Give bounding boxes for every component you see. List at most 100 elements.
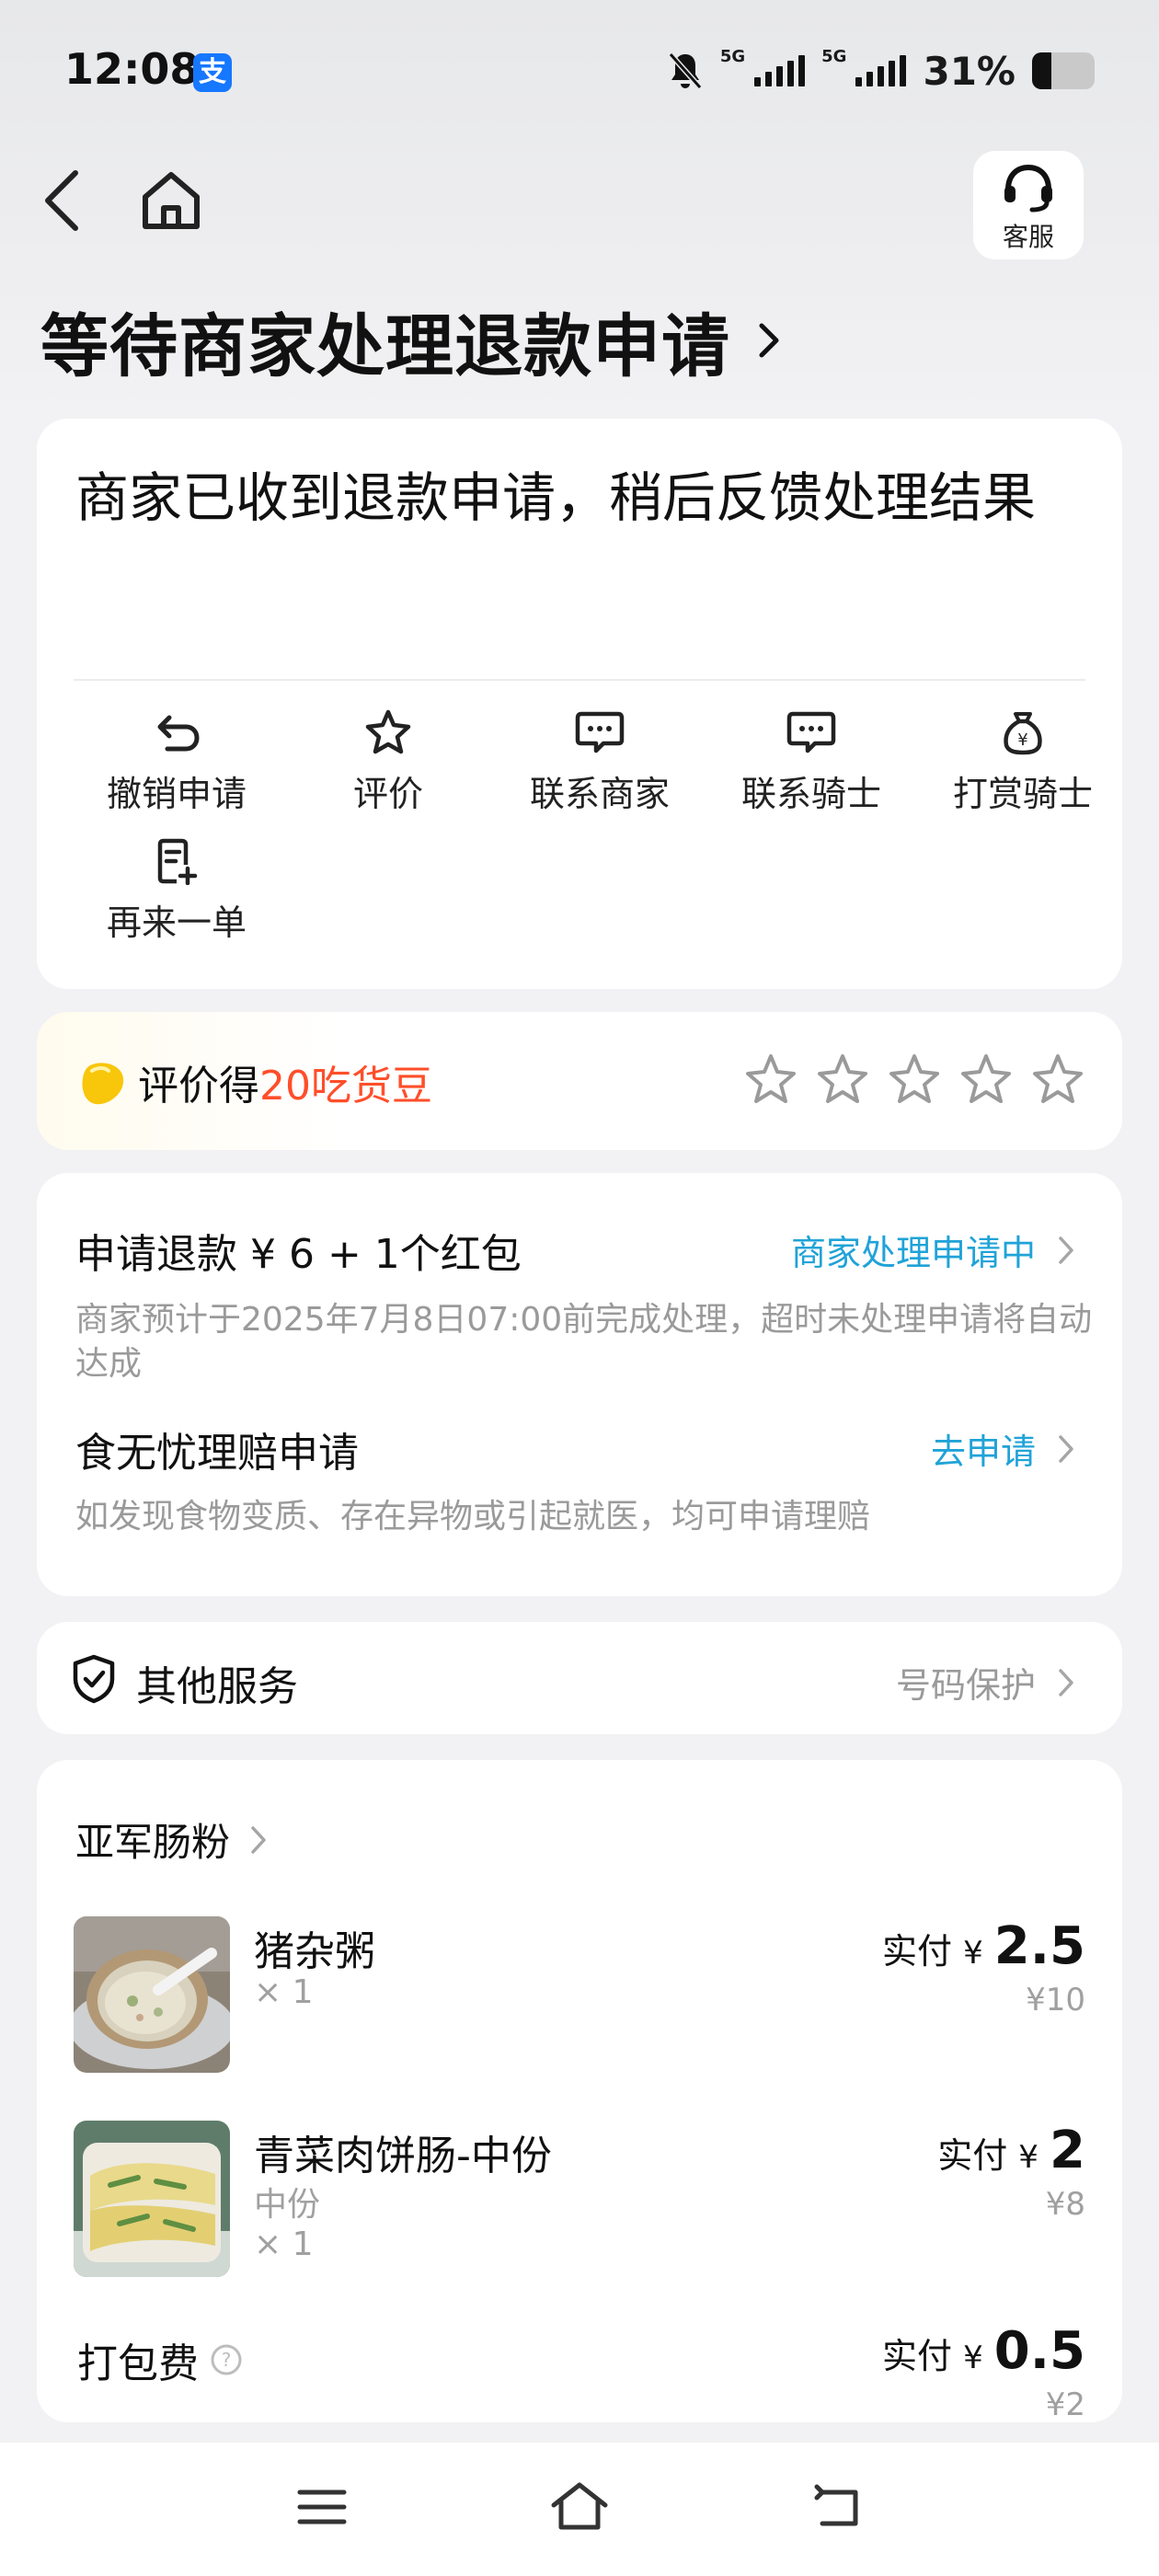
page-title: 等待商家处理退款申请 xyxy=(40,306,730,386)
signal1-label: 5G xyxy=(719,46,746,66)
status-time: 12:08 xyxy=(64,44,200,94)
original-price: ¥10 xyxy=(1026,1982,1085,2018)
money-bag-icon: ¥ xyxy=(1004,712,1042,755)
currency-symbol: ¥ xyxy=(1018,2139,1039,2176)
refund-card: 申请退款 ¥ 6 + 1个红包 商家处理申请中 商家预计于2025年7月8日07… xyxy=(37,1173,1122,1596)
packaging-label: 打包费 xyxy=(77,2340,199,2387)
chevron-right-icon xyxy=(1059,1668,1073,1696)
chevron-right-icon xyxy=(1059,1236,1073,1264)
review-reward-text: 评价得20吃货豆 xyxy=(138,1052,432,1111)
currency-symbol: ¥ xyxy=(963,2340,983,2376)
home-nav-icon[interactable] xyxy=(548,2479,611,2535)
rating-star-icon[interactable] xyxy=(743,1052,798,1106)
claim-apply-link[interactable]: 去申请 xyxy=(931,1423,1074,1474)
svg-text:?: ? xyxy=(222,2349,232,2371)
paid-price: 实付 ¥ 0.5 xyxy=(882,2321,1085,2381)
paid-amount: 2 xyxy=(1050,2121,1085,2180)
other-services-title: 其他服务 xyxy=(136,1663,298,1710)
status-message: 商家已收到退款申请，稍后反馈处理结果 xyxy=(75,466,1037,529)
rating-star-icon[interactable] xyxy=(887,1052,942,1106)
order-item[interactable]: 猪杂粥 × 1 实付 ¥ 2.5 ¥10 xyxy=(74,1916,1085,2082)
rating-stars xyxy=(743,1052,1085,1106)
headset-icon xyxy=(1004,164,1052,213)
shop-name: 亚军肠粉 xyxy=(75,1820,231,1865)
action-tip-rider[interactable]: ¥ 打赏骑士 xyxy=(931,708,1115,816)
other-services-card[interactable]: 其他服务 号码保护 xyxy=(37,1622,1122,1734)
paid-label: 实付 xyxy=(937,2135,1008,2176)
packaging-fee-row: 打包费 ? 实付 ¥ 0.5 ¥2 xyxy=(74,2321,1085,2423)
review-reward-card[interactable]: 评价得20吃货豆 xyxy=(37,1012,1122,1150)
customer-service-button[interactable]: 客服 xyxy=(973,151,1084,259)
item-name: 猪杂粥 xyxy=(254,1928,375,1975)
chevron-right-icon xyxy=(251,1825,266,1854)
top-nav: 客服 xyxy=(0,147,1159,259)
home-icon[interactable] xyxy=(138,167,204,234)
number-protection-label: 号码保护 xyxy=(895,1665,1036,1706)
action-label: 联系骑士 xyxy=(740,774,881,814)
item-qty: × 1 xyxy=(254,1973,314,2011)
paid-amount: 0.5 xyxy=(993,2321,1085,2381)
packaging-label-group: 打包费 ? xyxy=(77,2330,243,2389)
paid-label: 实付 xyxy=(881,2336,952,2376)
undo-icon xyxy=(157,715,200,752)
action-contact-rider[interactable]: 联系骑士 xyxy=(719,708,903,816)
order-item[interactable]: 青菜肉饼肠-中份 中份 × 1 实付 ¥ 2 ¥8 xyxy=(74,2121,1085,2286)
battery-percent: 31% xyxy=(923,48,1016,94)
rating-star-icon[interactable] xyxy=(958,1052,1014,1106)
review-highlight: 20吃货豆 xyxy=(259,1063,432,1110)
paid-label: 实付 xyxy=(881,1931,952,1972)
price-block: 实付 ¥ 0.5 ¥2 xyxy=(882,2321,1085,2423)
signal2-label: 5G xyxy=(821,46,847,66)
refund-status-link[interactable]: 商家处理申请中 xyxy=(791,1225,1074,1275)
shop-link[interactable]: 亚军肠粉 xyxy=(75,1811,267,1868)
original-price: ¥2 xyxy=(1045,2386,1085,2423)
order-card: 亚军肠粉 猪杂粥 × 1 实付 ¥ 2.5 ¥10 青菜肉饼肠-中份 中份 × … xyxy=(37,1760,1122,2423)
paid-price: 实付 ¥ 2 xyxy=(937,2121,1085,2180)
action-undo-request[interactable]: 撤销申请 xyxy=(85,708,269,816)
customer-service-label: 客服 xyxy=(1002,222,1054,252)
action-label: 联系商家 xyxy=(529,774,670,814)
food-photo xyxy=(74,1916,230,2073)
paid-amount: 2.5 xyxy=(993,1916,1085,1976)
action-reorder[interactable]: 再来一单 xyxy=(85,837,269,945)
status-indicators: 5G 5G 31% xyxy=(667,46,1095,94)
battery-icon xyxy=(1032,52,1095,89)
action-review[interactable]: 评价 xyxy=(296,708,480,816)
signal2-icon xyxy=(855,55,907,86)
alipay-icon: 支 xyxy=(193,53,232,92)
system-nav-bar xyxy=(0,2443,1159,2576)
price-block: 实付 ¥ 2 ¥8 xyxy=(937,2121,1085,2223)
status-bar: 12:08 支 5G 5G 31% xyxy=(0,0,1159,138)
number-protection-link[interactable]: 号码保护 xyxy=(896,1657,1074,1708)
action-label: 打赏骑士 xyxy=(952,774,1093,814)
item-qty: × 1 xyxy=(254,2225,314,2263)
status-card: 商家已收到退款申请，稍后反馈处理结果 撤销申请 评价 联系商家 联系骑士 ¥ 打… xyxy=(37,419,1122,989)
star-icon xyxy=(365,709,411,754)
chat-icon xyxy=(786,711,836,753)
claim-title: 食无忧理赔申请 xyxy=(75,1430,359,1477)
menu-icon[interactable] xyxy=(296,2485,348,2529)
chevron-right-icon xyxy=(759,323,779,358)
back-nav-icon[interactable] xyxy=(809,2483,865,2531)
action-label: 评价 xyxy=(352,774,423,814)
action-contact-merchant[interactable]: 联系商家 xyxy=(508,708,692,816)
review-prefix: 评价得 xyxy=(138,1063,259,1110)
page-title-row[interactable]: 等待商家处理退款申请 xyxy=(40,294,780,386)
help-icon[interactable]: ? xyxy=(210,2343,243,2376)
item-name: 青菜肉饼肠-中份 xyxy=(254,2133,552,2179)
battery-fill xyxy=(1032,52,1052,89)
claim-note: 如发现食物变质、存在异物或引起就医，均可申请理赔 xyxy=(75,1498,871,1535)
currency-symbol: ¥ xyxy=(963,1935,983,1972)
svg-text:¥: ¥ xyxy=(1017,730,1027,750)
rating-star-icon[interactable] xyxy=(1030,1052,1085,1106)
rating-star-icon[interactable] xyxy=(815,1052,870,1106)
paid-price: 实付 ¥ 2.5 xyxy=(882,1916,1085,1976)
refund-title: 申请退款 ¥ 6 + 1个红包 xyxy=(75,1231,522,1278)
refund-status-label: 商家处理申请中 xyxy=(790,1233,1036,1273)
shield-check-icon xyxy=(73,1654,115,1704)
item-spec: 中份 xyxy=(254,2186,321,2224)
reorder-icon xyxy=(157,838,198,885)
original-price: ¥8 xyxy=(1045,2186,1085,2223)
bean-icon xyxy=(82,1063,124,1105)
back-arrow-icon[interactable] xyxy=(37,164,88,237)
